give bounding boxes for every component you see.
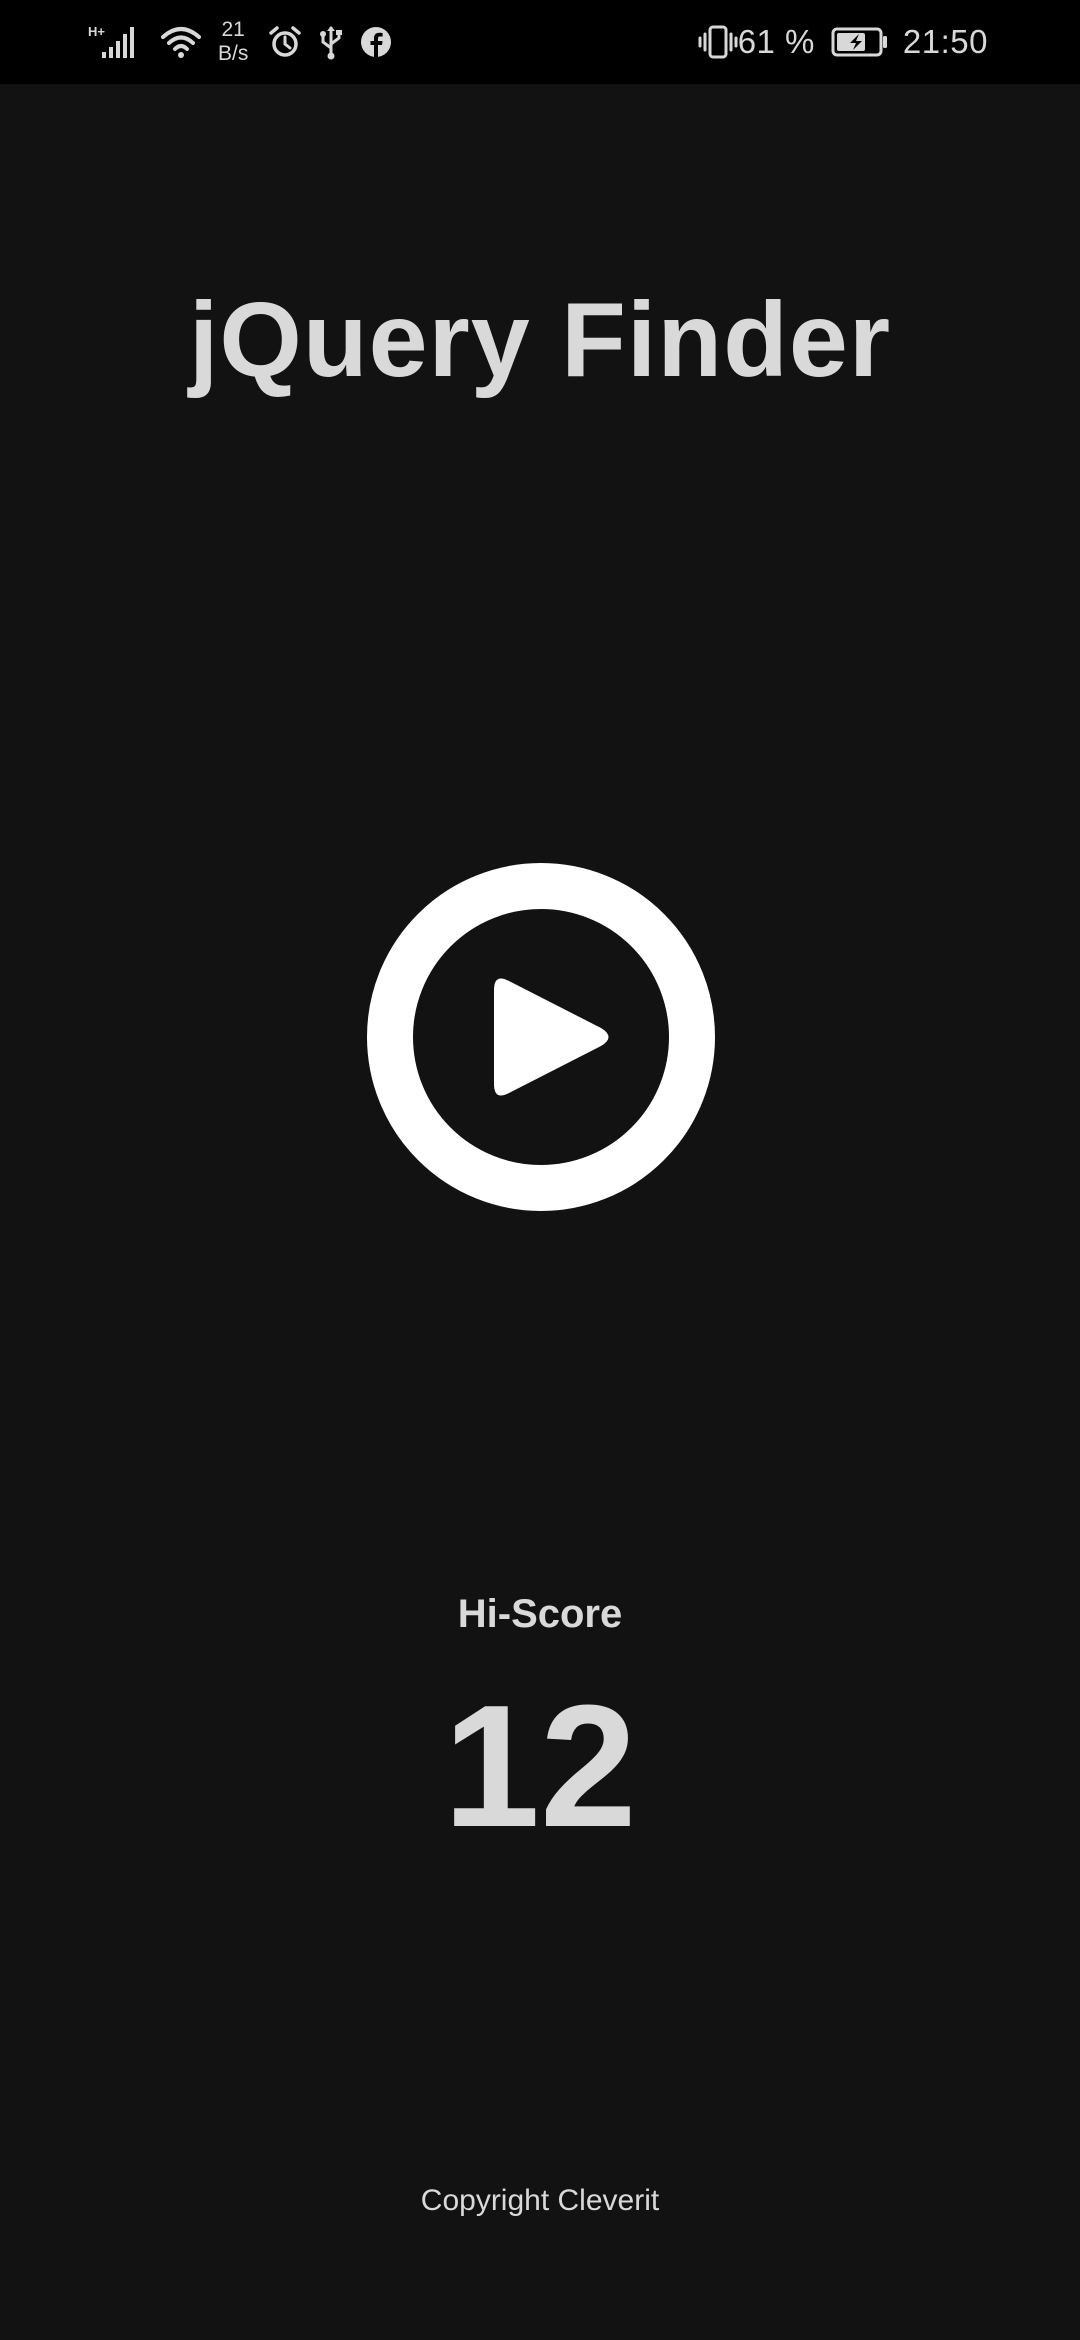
signal-icon: H+	[88, 22, 144, 62]
clock: 21:50	[902, 23, 988, 60]
status-bar-left: H+ 21 B/s	[88, 0, 408, 84]
play-circle-icon	[367, 863, 715, 1211]
status-bar: H+ 21 B/s 61 % 21:50	[0, 0, 1080, 84]
network-rate-value: 21	[221, 18, 245, 41]
hiscore-value: 12	[443, 1668, 637, 1863]
app-title: jQuery Finder	[188, 281, 892, 399]
battery-charging-icon	[831, 27, 889, 57]
network-rate-unit: B/s	[218, 42, 249, 65]
hiscore-label: Hi-Score	[457, 1592, 623, 1636]
play-button[interactable]	[366, 862, 716, 1212]
battery-percent: 61 %	[737, 23, 815, 60]
app-screen: H+ 21 B/s 61 % 21:50 jQuery Finder Hi-Sc…	[0, 0, 1080, 2340]
status-bar-right: 61 % 21:50	[692, 0, 988, 84]
copyright-text: Copyright Cleverit	[420, 2184, 660, 2217]
alarm-icon	[268, 25, 302, 59]
wifi-icon	[160, 25, 202, 59]
facebook-icon	[360, 26, 392, 58]
signal-type-label: H+	[88, 24, 105, 39]
usb-icon	[318, 24, 344, 60]
network-rate: 21 B/s	[218, 18, 248, 66]
vibrate-icon	[698, 24, 738, 60]
